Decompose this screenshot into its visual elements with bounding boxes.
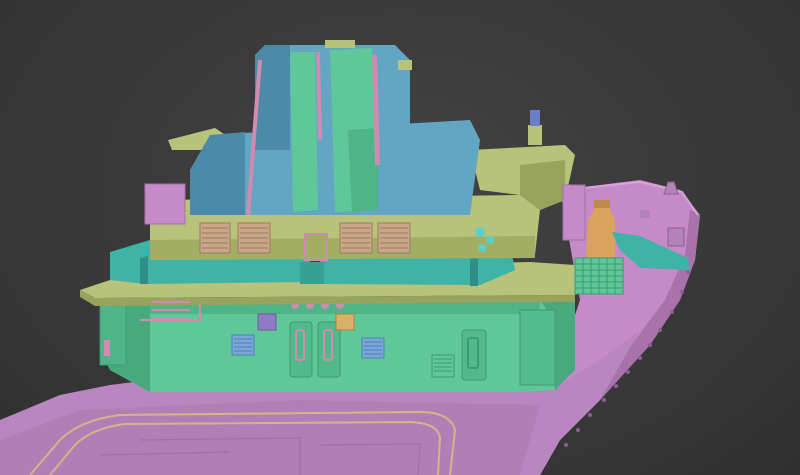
upper-center-door (304, 233, 328, 261)
right-bulkhead (519, 309, 556, 386)
tower-green-strip-shadow (348, 128, 378, 212)
lower-superstructure (99, 298, 575, 392)
deck-shade (0, 400, 540, 475)
central-tower (190, 40, 480, 215)
mast-top-antenna (398, 60, 412, 70)
louver-panel-2 (237, 222, 271, 254)
door-far-right (461, 329, 487, 381)
vent-grille-lower (431, 354, 455, 378)
louver-panel-4 (377, 222, 411, 254)
left-pink-locker (144, 183, 186, 225)
vent-grille-right (361, 337, 385, 359)
lamp-box-purple (257, 313, 277, 331)
door-left (289, 321, 313, 378)
tower-green-strip-left (290, 52, 318, 212)
vent-grille-left (231, 334, 255, 356)
signal-mast-light (530, 110, 540, 126)
signal-mast-base (528, 125, 542, 145)
grated-cage (574, 257, 624, 295)
lamp-box-orange (335, 313, 355, 331)
left-bulkhead (99, 304, 127, 366)
ship-model-render (0, 40, 700, 475)
louver-panel-3 (339, 222, 373, 254)
3d-viewport (0, 0, 800, 475)
louver-panel-1 (199, 222, 231, 254)
left-bulkhead-pink (104, 340, 110, 356)
mast-top-cap (325, 40, 355, 48)
bridge-wing-pink-panel (562, 184, 586, 241)
funnel-cap (594, 200, 610, 208)
teal-band-center (300, 262, 324, 284)
